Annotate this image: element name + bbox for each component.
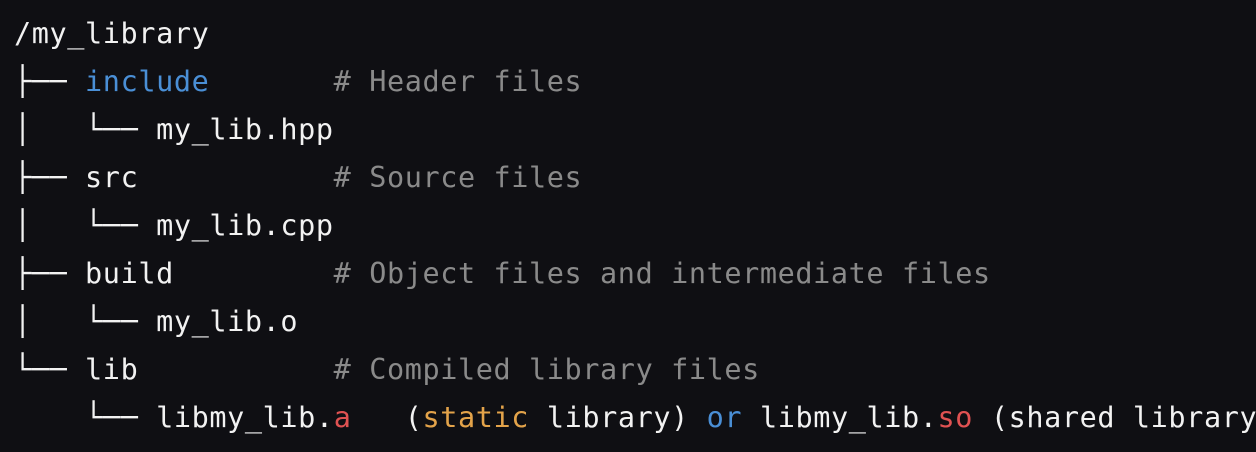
tree-last: └── — [85, 113, 157, 146]
tree-pipe: │ — [14, 305, 86, 338]
tree-last: └── — [85, 209, 157, 242]
shared-library-base: libmy_lib. — [759, 401, 938, 434]
tree-last: └── — [85, 401, 157, 434]
directory-lib: lib — [85, 353, 139, 386]
tree-line-hpp: │ └── my_lib.hpp — [14, 106, 334, 154]
static-library-base: libmy_lib. — [156, 401, 334, 434]
comment-padding — [138, 353, 333, 386]
tree-blank — [14, 401, 85, 434]
or-keyword: or — [706, 401, 743, 434]
file-my-lib-hpp: my_lib.hpp — [156, 113, 334, 146]
tree-line-include: ├── include # Header files — [14, 58, 582, 106]
tree-line-library-files: └── libmy_lib.a (static library) or libm… — [14, 394, 1256, 442]
file-my-lib-o: my_lib.o — [156, 305, 299, 338]
shared-library-extension: so — [937, 401, 974, 434]
tree-line-lib: └── lib # Compiled library files — [14, 346, 760, 394]
tree-last: └── — [14, 353, 86, 386]
root-directory: /my_library — [14, 17, 210, 50]
comment-padding — [209, 65, 333, 98]
tree-pipe: │ — [14, 113, 86, 146]
tree-last: └── — [85, 305, 157, 338]
comment-header-files: # Header files — [333, 65, 583, 98]
tree-branch: ├── — [14, 257, 86, 290]
file-my-lib-cpp: my_lib.cpp — [156, 209, 334, 242]
root-directory-line: /my_library — [14, 10, 209, 58]
tree-branch: ├── — [14, 161, 86, 194]
directory-include: include — [85, 65, 210, 98]
directory-src: src — [85, 161, 139, 194]
comment-source-files: # Source files — [333, 161, 583, 194]
open-paren: ( — [404, 401, 423, 434]
comment-padding — [138, 161, 333, 194]
tree-pipe: │ — [14, 209, 86, 242]
comment-compiled-library-files: # Compiled library files — [333, 353, 760, 386]
tree-line-object: │ └── my_lib.o — [14, 298, 298, 346]
code-block: /my_library ├── include # Header files │… — [0, 0, 1256, 452]
static-library-extension: a — [333, 401, 352, 434]
comment-padding — [174, 257, 334, 290]
tree-line-build: ├── build # Object files and intermediat… — [14, 250, 991, 298]
static-keyword: static — [422, 401, 530, 434]
tree-line-src: ├── src # Source files — [14, 154, 582, 202]
static-library-rest: library) — [529, 401, 689, 434]
comment-object-files: # Object files and intermediate files — [333, 257, 991, 290]
shared-library-description: (shared library) — [990, 401, 1256, 434]
directory-build: build — [85, 257, 174, 290]
tree-line-cpp: │ └── my_lib.cpp — [14, 202, 334, 250]
tree-branch: ├── — [14, 65, 86, 98]
